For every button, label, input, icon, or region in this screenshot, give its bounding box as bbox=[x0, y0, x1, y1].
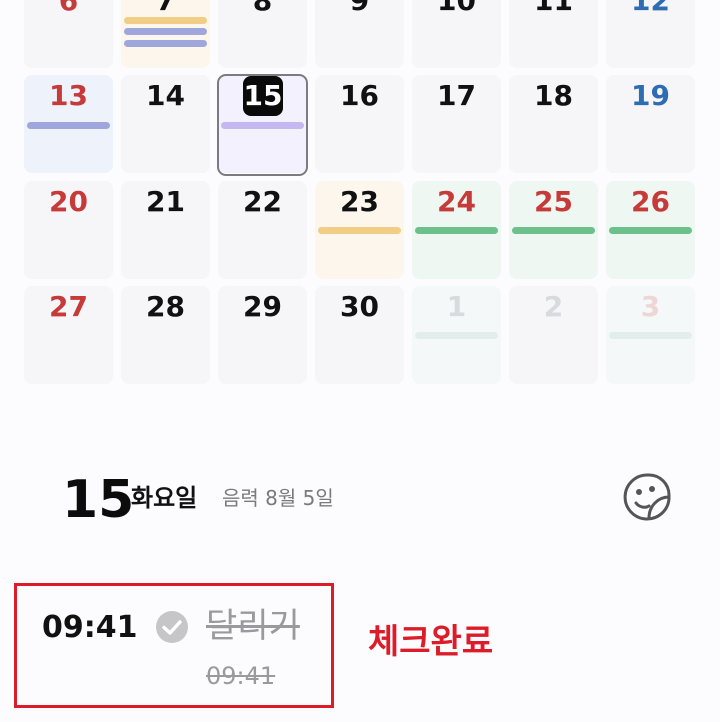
calendar-day-number: 30 bbox=[340, 290, 379, 323]
calendar-day-number: 21 bbox=[146, 185, 185, 218]
calendar-day-cell[interactable]: 11 bbox=[509, 0, 598, 68]
calendar-day-cell[interactable]: 24 bbox=[412, 181, 501, 279]
calendar-day-cell[interactable]: 26 bbox=[606, 181, 695, 279]
calendar-day-cell[interactable]: 3 bbox=[606, 286, 695, 384]
selected-day-weekday: 화요일 bbox=[131, 484, 198, 512]
today-badge: 15 bbox=[243, 76, 283, 116]
calendar-day-cell[interactable]: 13 bbox=[24, 75, 113, 173]
calendar-day-number: 23 bbox=[340, 185, 379, 218]
calendar-day-cell[interactable]: 12 bbox=[606, 0, 695, 68]
event-bar bbox=[124, 28, 207, 35]
calendar-day-number: 29 bbox=[243, 290, 282, 323]
calendar-day-cell[interactable]: 1 bbox=[412, 286, 501, 384]
calendar-day-number: 25 bbox=[534, 185, 573, 218]
calendar-day-number: 9 bbox=[349, 0, 370, 17]
calendar-day-number: 27 bbox=[49, 290, 88, 323]
calendar-day-number: 14 bbox=[146, 79, 185, 112]
event-bar bbox=[124, 17, 207, 24]
calendar-day-cell[interactable]: 21 bbox=[121, 181, 210, 279]
calendar-day-number: 28 bbox=[146, 290, 185, 323]
calendar-day-cell[interactable]: 29 bbox=[218, 286, 307, 384]
calendar-day-cell[interactable]: 14 bbox=[121, 75, 210, 173]
calendar-day-cell[interactable]: 23 bbox=[315, 181, 404, 279]
calendar-day-number: 6 bbox=[58, 0, 79, 17]
calendar-day-cell[interactable]: 25 bbox=[509, 181, 598, 279]
calendar-day-cell[interactable]: 9 bbox=[315, 0, 404, 68]
event-completed-time: 09:41 bbox=[206, 662, 276, 690]
calendar-day-number: 19 bbox=[631, 79, 670, 112]
calendar-day-number: 1 bbox=[446, 290, 467, 323]
calendar-day-cell[interactable]: 16 bbox=[315, 75, 404, 173]
calendar-day-number: 10 bbox=[437, 0, 476, 17]
calendar-day-number: 7 bbox=[155, 0, 176, 17]
event-bar bbox=[318, 227, 401, 234]
calendar-day-number: 20 bbox=[49, 185, 88, 218]
calendar-day-cell[interactable]: 6 bbox=[24, 0, 113, 68]
selected-day-number: 15 bbox=[62, 470, 135, 530]
calendar-day-cell[interactable]: 10 bbox=[412, 0, 501, 68]
calendar-day-number: 24 bbox=[437, 185, 476, 218]
event-time: 09:41 bbox=[42, 610, 138, 645]
check-icon[interactable] bbox=[155, 610, 189, 644]
event-bar bbox=[124, 40, 207, 47]
calendar-day-cell[interactable]: 19 bbox=[606, 75, 695, 173]
event-bar bbox=[609, 332, 692, 339]
calendar-day-cell[interactable]: 30 bbox=[315, 286, 404, 384]
calendar-day-cell[interactable]: 20 bbox=[24, 181, 113, 279]
calendar-day-number: 17 bbox=[437, 79, 476, 112]
sticker-icon[interactable] bbox=[622, 472, 672, 522]
calendar-day-number: 22 bbox=[243, 185, 282, 218]
calendar-day-number: 12 bbox=[631, 0, 670, 17]
calendar-day-cell[interactable]: 28 bbox=[121, 286, 210, 384]
calendar-day-number: 18 bbox=[534, 79, 573, 112]
calendar-day-number: 16 bbox=[340, 79, 379, 112]
calendar-day-number: 8 bbox=[252, 0, 273, 17]
event-title[interactable]: 달리기 bbox=[206, 604, 300, 648]
calendar-day-cell[interactable]: 27 bbox=[24, 286, 113, 384]
event-bar bbox=[27, 122, 110, 129]
lunar-date: 음력 8월 5일 bbox=[222, 486, 334, 510]
calendar-day-number: 3 bbox=[640, 290, 661, 323]
calendar-day-number: 11 bbox=[534, 0, 573, 17]
calendar-day-number: 26 bbox=[631, 185, 670, 218]
calendar-day-cell[interactable]: 7 bbox=[121, 0, 210, 68]
calendar-day-cell[interactable]: 22 bbox=[218, 181, 307, 279]
calendar-day-number: 2 bbox=[543, 290, 564, 323]
calendar-day-cell[interactable]: 8 bbox=[218, 0, 307, 68]
calendar-day-cell[interactable]: 17 bbox=[412, 75, 501, 173]
calendar-day-cell[interactable]: 18 bbox=[509, 75, 598, 173]
annotation-label: 체크완료 bbox=[368, 622, 494, 662]
event-bar bbox=[415, 332, 498, 339]
event-bar bbox=[609, 227, 692, 234]
event-bar bbox=[415, 227, 498, 234]
calendar-day-number: 13 bbox=[49, 79, 88, 112]
event-bar bbox=[512, 227, 595, 234]
calendar-day-cell[interactable]: 2 bbox=[509, 286, 598, 384]
